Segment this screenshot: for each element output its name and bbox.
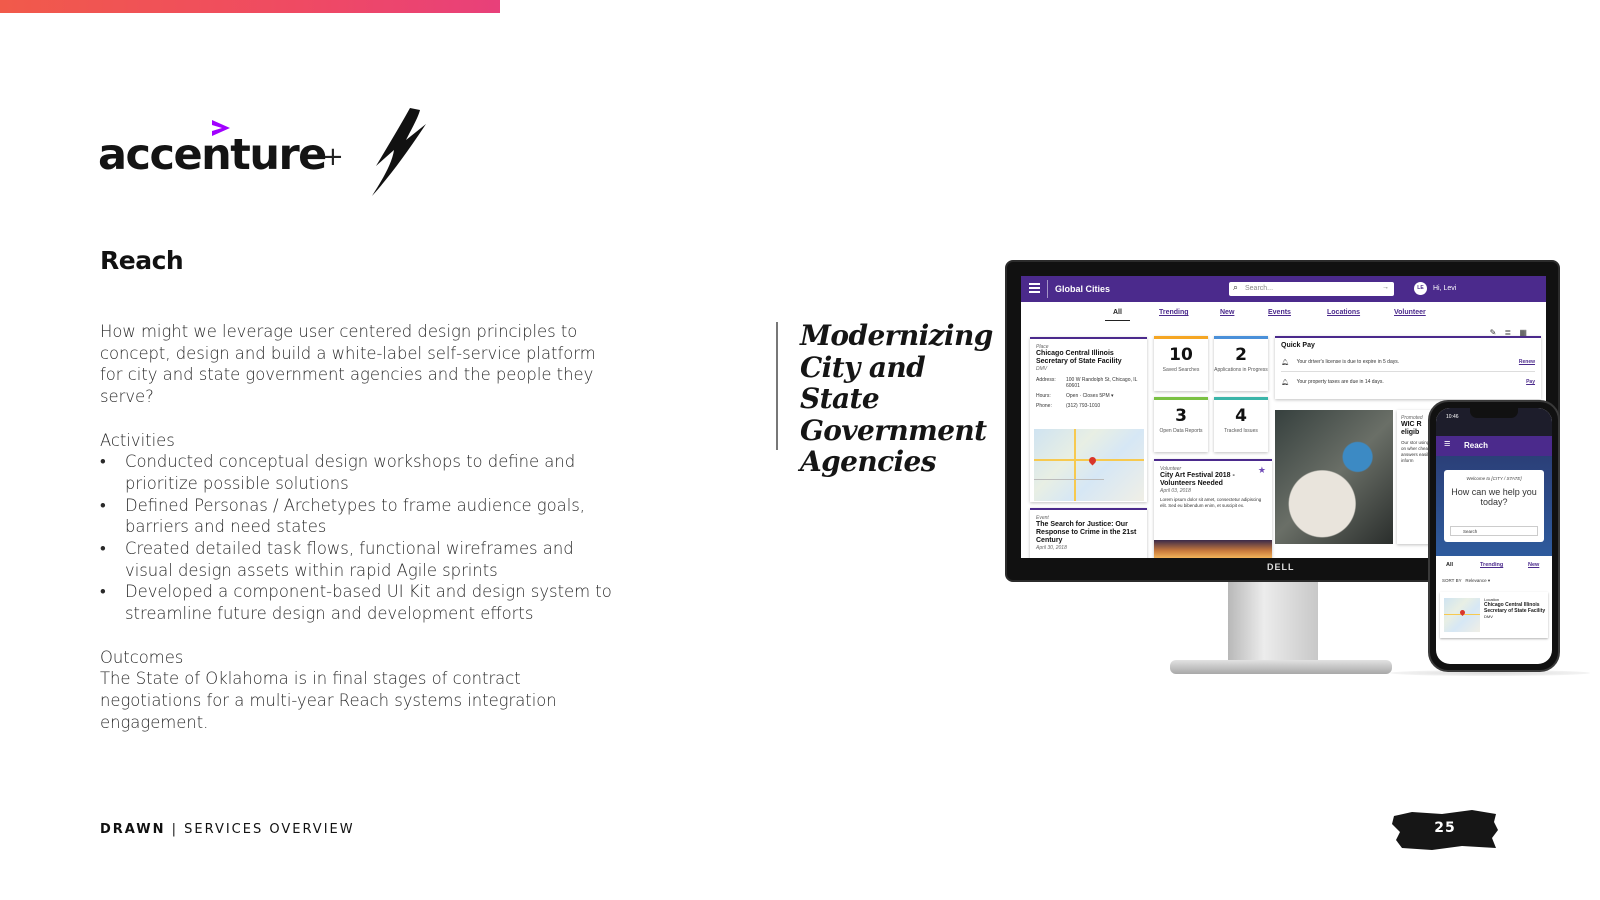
- map-thumbnail: [1444, 598, 1480, 632]
- place-card: Place Chicago Central Illinois Secretary…: [1030, 337, 1147, 502]
- footer-brand: DRAWN: [100, 822, 166, 837]
- top-accent-bar: [0, 0, 500, 13]
- stat-card: 2 Applications in Progress: [1214, 336, 1268, 391]
- list-item: 🔔︎ Your property taxes are due in 14 day…: [1281, 379, 1535, 386]
- team-photo: [1275, 410, 1393, 544]
- bell-icon: 🔔︎: [1281, 380, 1289, 386]
- list-item: Created detailed task flows, functional …: [100, 538, 620, 581]
- map-pin-icon: [1087, 455, 1098, 466]
- phone-mockup: 10:46 Reach Welcome to [CITY / STATE] Ho…: [1428, 400, 1560, 672]
- volunteer-card: Volunteer City Art Festival 2018 - Volun…: [1154, 459, 1272, 558]
- activities-heading: Activities: [100, 430, 175, 450]
- place-title: Chicago Central Illinois Secretary of St…: [1036, 350, 1122, 365]
- monitor-stand: [1228, 582, 1318, 662]
- project-description: How might we leverage user centered desi…: [100, 321, 620, 733]
- outcomes-paragraph: The State of Oklahoma is in final stages…: [100, 669, 557, 732]
- drawn-bolt-logo: [372, 108, 426, 196]
- event-photo: [1154, 540, 1272, 558]
- monitor-brand: DELL: [1267, 562, 1295, 572]
- map-thumbnail: [1034, 429, 1144, 501]
- phone-sort: SORT BY Relevance ▾: [1442, 578, 1491, 583]
- list-item: Conducted conceptual design workshops to…: [100, 451, 620, 494]
- avatar: LE: [1414, 282, 1427, 295]
- app-header: Global Cities Search... LE Hi, Levi: [1021, 276, 1546, 302]
- phone-search-input: Search: [1450, 526, 1538, 536]
- page-number: 25: [1434, 820, 1456, 836]
- search-input: Search...: [1229, 282, 1394, 296]
- stat-card: 10 Saved Searches: [1154, 336, 1208, 391]
- project-title: Reach: [100, 246, 184, 275]
- quick-pay-card: Quick Pay 🔔︎ Your driver's license is du…: [1275, 336, 1541, 399]
- tab-new: New: [1220, 309, 1235, 316]
- phone-location-card: Location Chicago Central Illinois Secret…: [1440, 592, 1548, 638]
- stat-card: 3 Open Data Reports: [1154, 397, 1208, 452]
- star-icon: ★: [1257, 465, 1266, 475]
- footer: DRAWN | SERVICES OVERVIEW: [100, 822, 355, 837]
- monitor-base: [1170, 660, 1392, 674]
- list-item: Developed a component-based UI Kit and d…: [100, 581, 620, 624]
- tab-events: Events: [1268, 309, 1291, 316]
- app-name: Global Cities: [1055, 284, 1111, 294]
- tab-volunteer: Volunteer: [1394, 309, 1426, 316]
- vertical-divider: [776, 322, 778, 450]
- bell-icon: 🔔︎: [1281, 360, 1289, 366]
- app-tabs: All Trending New Events Locations Volunt…: [1021, 309, 1546, 323]
- phone-help-card: Welcome to [CITY / STATE] How can we hel…: [1444, 470, 1544, 542]
- hamburger-menu-icon: [1029, 283, 1040, 293]
- phone-screen: 10:46 Reach Welcome to [CITY / STATE] Ho…: [1436, 408, 1552, 664]
- outcomes-heading: Outcomes: [100, 647, 184, 667]
- stat-card: 4 Tracked Issues: [1214, 397, 1268, 452]
- tab-trending: Trending: [1159, 309, 1189, 316]
- tagline: Modernizing City and State Government Ag…: [800, 319, 993, 478]
- footer-section: SERVICES OVERVIEW: [184, 822, 355, 837]
- user-greeting: Hi, Levi: [1433, 285, 1457, 292]
- intro-paragraph: How might we leverage user centered desi…: [100, 322, 596, 407]
- tab-all: All: [1105, 309, 1130, 321]
- tab-locations: Locations: [1327, 309, 1361, 316]
- phone-app-header: Reach: [1436, 436, 1552, 456]
- activities-list: Conducted conceptual design workshops to…: [100, 451, 620, 625]
- list-item: 🔔︎ Your driver's license is due to expir…: [1281, 359, 1535, 372]
- event-card: Event The Search for Justice: Our Respon…: [1030, 508, 1147, 558]
- logo-plus: +: [322, 142, 344, 172]
- list-item: Defined Personas / Archetypes to frame a…: [100, 495, 620, 538]
- accenture-wordmark: accenture: [98, 130, 327, 180]
